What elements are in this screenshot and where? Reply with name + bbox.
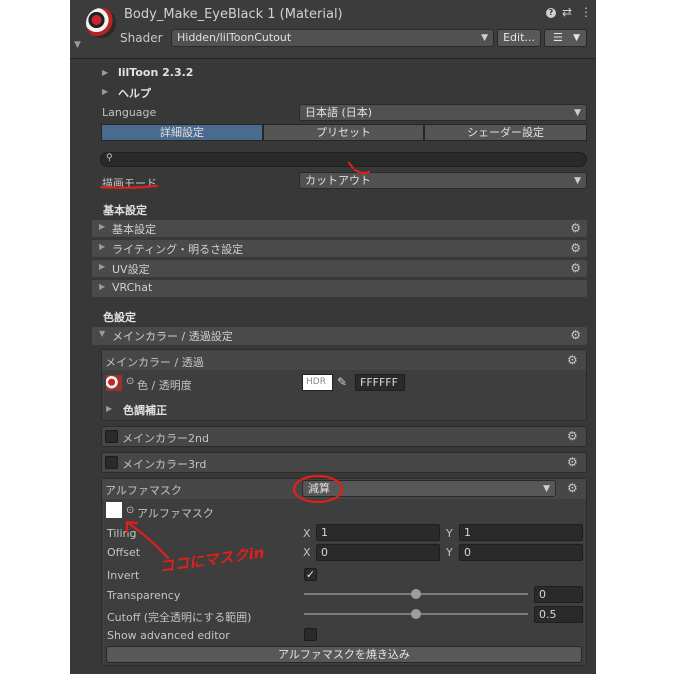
basic-settings-heading: 基本設定 [103, 204, 147, 217]
section-label: 基本設定 [112, 223, 156, 236]
gear-icon[interactable]: ⚙ [567, 353, 578, 367]
foldout-arrow-icon: ▶ [99, 262, 106, 271]
main-color-3rd-label: メインカラー3rd [122, 458, 207, 471]
material-preview-icon [86, 8, 116, 38]
hdr-label: HDR [306, 377, 326, 387]
list-icon: ☰ [553, 31, 563, 44]
bake-alpha-mask-button[interactable]: アルファマスクを焼き込み [106, 646, 582, 663]
material-title: Body_Make_EyeBlack 1 (Material) [124, 7, 343, 22]
render-mode-label: 描画モード [102, 177, 157, 190]
tab-detail-settings[interactable]: 詳細設定 [101, 124, 263, 141]
color-swatch[interactable]: HDR [302, 374, 333, 391]
foldout-arrow-icon: ▶ [99, 282, 106, 291]
dropdown-arrow-icon: ▼ [481, 33, 488, 43]
alpha-mask-title: アルファマスク [105, 484, 182, 497]
shader-dropdown[interactable]: Hidden/lilToonCutout ▼ [171, 29, 494, 47]
invert-checkbox[interactable]: ✓ [304, 568, 317, 581]
shader-label: Shader [120, 31, 163, 45]
eyedropper-icon[interactable]: ✎ [337, 375, 347, 389]
offset-y-field[interactable]: 0 [459, 544, 583, 561]
render-mode-value: カットアウト [305, 174, 371, 187]
gear-icon[interactable]: ⚙ [570, 328, 581, 342]
tiling-y-label: Y [446, 527, 453, 540]
tiling-x-field[interactable]: 1 [316, 524, 440, 541]
render-mode-dropdown[interactable]: カットアウト ▼ [299, 172, 587, 189]
section-uv[interactable]: ▶ UV設定 ⚙ [92, 260, 587, 277]
alpha-mask-mode-value: 減算 [308, 482, 330, 495]
hex-color-field[interactable]: FFFFFF [355, 374, 405, 391]
help-foldout[interactable]: ヘルプ [118, 85, 151, 101]
section-label: メインカラー / 透過設定 [112, 330, 233, 343]
tab-shader-settings[interactable]: シェーダー設定 [424, 124, 587, 141]
dropdown-arrow-icon: ▼ [543, 484, 550, 494]
foldout-arrow-icon[interactable]: ▶ [102, 68, 108, 77]
color-alpha-label: 色 / 透明度 [137, 379, 192, 392]
foldout-arrow-icon[interactable]: ▶ [102, 87, 108, 96]
section-vrchat[interactable]: ▶ VRChat [92, 280, 587, 297]
dropdown-arrow-icon: ▼ [574, 108, 581, 118]
transparency-label: Transparency [107, 589, 181, 602]
advanced-editor-checkbox[interactable] [304, 628, 317, 641]
shader-value: Hidden/lilToonCutout [177, 31, 292, 44]
gear-icon[interactable]: ⚙ [570, 241, 581, 255]
settings-sliders-icon[interactable]: ⇄ [562, 5, 572, 19]
help-icon[interactable]: ? [546, 8, 556, 18]
version-foldout[interactable]: lilToon 2.3.2 [118, 66, 193, 79]
foldout-arrow-icon[interactable]: ▶ [106, 404, 112, 413]
list-menu-button[interactable]: ☰ ▼ [544, 29, 587, 47]
cutoff-label: Cutoff (完全透明にする範囲) [107, 611, 252, 624]
main-color-3rd-checkbox[interactable] [105, 456, 118, 469]
alpha-mask-texture-slot[interactable] [106, 502, 122, 518]
foldout-arrow-icon: ▶ [99, 222, 106, 231]
transparency-field[interactable]: 0 [534, 586, 583, 603]
section-lighting[interactable]: ▶ ライティング・明るさ設定 ⚙ [92, 240, 587, 257]
radio-icon: ⊙ [126, 505, 135, 516]
foldout-arrow-icon: ▶ [99, 242, 106, 251]
color-settings-heading: 色設定 [103, 311, 136, 324]
tiling-label: Tiling [107, 527, 137, 540]
checkmark-icon: ✓ [305, 568, 316, 581]
section-label: UV設定 [112, 263, 150, 276]
tiling-y-field[interactable]: 1 [459, 524, 583, 541]
section-main-color[interactable]: ▼ メインカラー / 透過設定 ⚙ [92, 327, 587, 345]
offset-x-label: X [303, 546, 311, 559]
gear-icon[interactable]: ⚙ [570, 221, 581, 235]
color-adjust-foldout[interactable]: 色調補正 [123, 402, 167, 418]
main-color-2nd-checkbox[interactable] [105, 430, 118, 443]
gear-icon[interactable]: ⚙ [567, 455, 578, 469]
tiling-x-label: X [303, 527, 311, 540]
transparency-slider-knob[interactable] [411, 589, 421, 599]
main-texture-thumbnail[interactable] [106, 375, 122, 391]
foldout-arrow-icon[interactable]: ▼ [74, 40, 81, 50]
search-input[interactable] [100, 152, 587, 167]
foldout-arrow-icon: ▼ [99, 329, 106, 338]
gear-icon[interactable]: ⚙ [567, 481, 578, 495]
cutoff-field[interactable]: 0.5 [534, 606, 583, 623]
main-color-title: メインカラー / 透過 [105, 356, 204, 369]
section-label: ライティング・明るさ設定 [112, 243, 244, 256]
dropdown-arrow-icon: ▼ [574, 176, 581, 186]
section-label: VRChat [112, 281, 153, 294]
language-value: 日本語 (日本) [305, 106, 373, 119]
offset-x-field[interactable]: 0 [316, 544, 440, 561]
section-basic[interactable]: ▶ 基本設定 ⚙ [92, 220, 587, 237]
cutoff-slider-knob[interactable] [411, 609, 421, 619]
gear-icon[interactable]: ⚙ [570, 261, 581, 275]
tab-presets[interactable]: プリセット [263, 124, 424, 141]
main-color-2nd-label: メインカラー2nd [122, 432, 209, 445]
advanced-editor-label: Show advanced editor [107, 629, 230, 642]
search-icon: ⚲ [106, 153, 113, 163]
alpha-mask-mode-dropdown[interactable]: 減算 ▼ [302, 480, 556, 497]
offset-y-label: Y [446, 546, 453, 559]
gear-icon[interactable]: ⚙ [567, 429, 578, 443]
invert-label: Invert [107, 569, 140, 582]
language-label: Language [102, 106, 157, 119]
alpha-mask-texture-label: アルファマスク [137, 507, 214, 520]
language-dropdown[interactable]: 日本語 (日本) ▼ [299, 104, 587, 121]
offset-label: Offset [107, 546, 141, 559]
radio-icon: ⊙ [126, 376, 135, 387]
edit-shader-button[interactable]: Edit... [497, 29, 541, 47]
dropdown-arrow-icon: ▼ [573, 33, 580, 43]
more-menu-icon[interactable]: ⋮ [580, 5, 592, 19]
